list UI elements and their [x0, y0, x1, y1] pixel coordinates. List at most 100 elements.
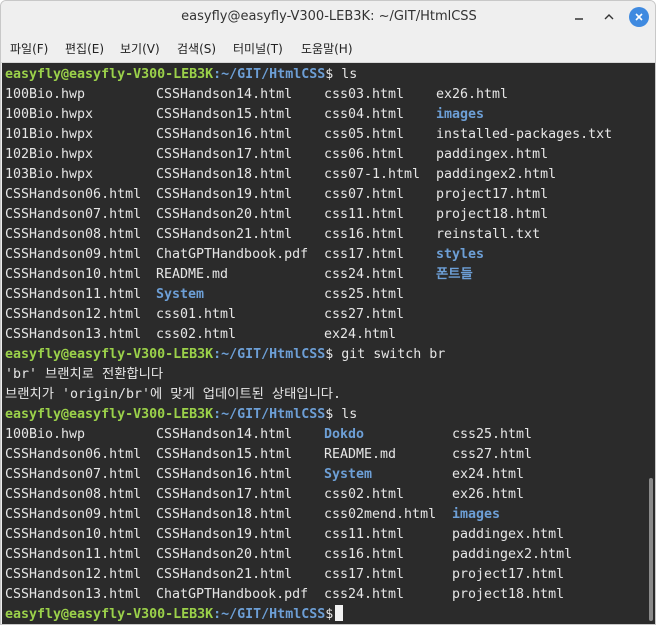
- ls-row: CSSHandson07.html CSSHandson20.html css11.…: [5, 205, 645, 225]
- prompt-line: easyfly@easyfly-V300-LEB3K:~/GIT/HtmlCSS…: [5, 345, 645, 365]
- file-entry: CSSHandson16.html: [156, 127, 293, 142]
- file-entry: ex24.html: [452, 467, 525, 482]
- file-entry: 103Bio.hwpx: [5, 167, 94, 182]
- maximize-icon: [604, 14, 614, 20]
- ls-row: CSSHandson09.html CSSHandson18.html css02m…: [5, 505, 645, 525]
- terminal-output[interactable]: easyfly@easyfly-V300-LEB3K:~/GIT/HtmlCSS…: [2, 63, 646, 624]
- prompt-user: easyfly@easyfly-V300-LEB3K: [5, 67, 214, 82]
- file-entry: CSSHandson06.html: [5, 187, 142, 202]
- file-entry: CSSHandson21.html: [156, 567, 293, 582]
- menu-terminal[interactable]: 터미널(T): [233, 40, 283, 57]
- file-entry: CSSHandson17.html: [156, 487, 293, 502]
- file-entry: css11.html: [324, 527, 405, 542]
- minimize-button[interactable]: [569, 7, 589, 27]
- file-entry: paddingex.html: [452, 527, 565, 542]
- file-entry: css27.html: [324, 307, 405, 322]
- scrollbar-thumb[interactable]: [649, 478, 653, 621]
- directory-entry: images: [436, 107, 485, 122]
- file-entry: ex26.html: [452, 487, 525, 502]
- file-entry: CSSHandson09.html: [5, 247, 142, 262]
- file-entry: CSSHandson14.html: [156, 87, 293, 102]
- file-entry: project17.html: [452, 567, 565, 582]
- file-entry: css02.html: [156, 327, 237, 342]
- file-entry: CSSHandson19.html: [156, 527, 293, 542]
- directory-entry: Dokdo: [324, 427, 365, 442]
- file-entry: paddingex2.html: [452, 547, 573, 562]
- menu-help[interactable]: 도움말(H): [301, 40, 353, 57]
- directory-entry: images: [452, 507, 501, 522]
- ls-row: CSSHandson06.html CSSHandson19.html css07.…: [5, 185, 645, 205]
- ls-row: CSSHandson12.html css01.html css27.html: [5, 305, 645, 325]
- file-entry: ChatGPTHandbook.pdf: [156, 247, 309, 262]
- file-entry: 101Bio.hwpx: [5, 127, 94, 142]
- prompt-line: easyfly@easyfly-V300-LEB3K:~/GIT/HtmlCSS…: [5, 65, 645, 85]
- file-entry: 102Bio.hwpx: [5, 147, 94, 162]
- file-entry: 100Bio.hwpx: [5, 107, 94, 122]
- file-entry: CSSHandson21.html: [156, 227, 293, 242]
- prompt-line: easyfly@easyfly-V300-LEB3K:~/GIT/HtmlCSS…: [5, 605, 645, 624]
- file-entry: css25.html: [452, 427, 533, 442]
- file-entry: css11.html: [324, 207, 405, 222]
- close-button[interactable]: [629, 7, 649, 27]
- terminal-window: easyfly@easyfly-V300-LEB3K: ~/GIT/HtmlCS…: [0, 0, 656, 625]
- menu-search[interactable]: 검색(S): [177, 40, 216, 57]
- file-entry: CSSHandson08.html: [5, 487, 142, 502]
- command-text: ls: [333, 407, 358, 422]
- output-line: 'br' 브랜치로 전환합니다: [5, 365, 645, 385]
- menu-edit[interactable]: 편집(E): [65, 40, 104, 57]
- file-entry: css17.html: [324, 247, 405, 262]
- file-entry: CSSHandson08.html: [5, 227, 142, 242]
- ls-row: CSSHandson08.html CSSHandson21.html css16.…: [5, 225, 645, 245]
- command-text: git switch br: [333, 347, 446, 362]
- menu-file[interactable]: 파일(F): [10, 40, 48, 57]
- file-entry: css24.html: [324, 267, 405, 282]
- ls-row: CSSHandson06.html CSSHandson15.html README…: [5, 445, 645, 465]
- scrollbar[interactable]: [646, 63, 655, 624]
- prompt-line: easyfly@easyfly-V300-LEB3K:~/GIT/HtmlCSS…: [5, 405, 645, 425]
- file-entry: CSSHandson19.html: [156, 187, 293, 202]
- file-entry: CSSHandson11.html: [5, 547, 142, 562]
- file-entry: CSSHandson10.html: [5, 267, 142, 282]
- output-text: 브랜치가 'origin/br'에 맞게 업데이트된 상태입니다.: [5, 387, 342, 402]
- file-entry: css06.html: [324, 147, 405, 162]
- file-entry: project17.html: [436, 187, 549, 202]
- file-entry: project18.html: [436, 207, 549, 222]
- ls-row: CSSHandson13.html ChatGPTHandbook.pdf css2…: [5, 585, 645, 605]
- file-entry: CSSHandson15.html: [156, 107, 293, 122]
- file-entry: css16.html: [324, 547, 405, 562]
- ls-row: CSSHandson11.html System css25.html: [5, 285, 645, 305]
- file-entry: css07.html: [324, 187, 405, 202]
- prompt-user: easyfly@easyfly-V300-LEB3K: [5, 607, 214, 622]
- ls-row: CSSHandson13.html css02.html ex24.html: [5, 325, 645, 345]
- ls-row: CSSHandson10.html README.md css24.html 폰트들: [5, 265, 645, 285]
- file-entry: css07-1.html: [324, 167, 421, 182]
- file-entry: 100Bio.hwp: [5, 87, 86, 102]
- prompt-user: easyfly@easyfly-V300-LEB3K: [5, 407, 214, 422]
- prompt-path: :~/GIT/HtmlCSS: [213, 607, 326, 622]
- file-entry: css03.html: [324, 87, 405, 102]
- prompt-path: :~/GIT/HtmlCSS: [213, 67, 326, 82]
- ls-row: 102Bio.hwpx CSSHandson17.html css06.html pa…: [5, 145, 645, 165]
- ls-row: CSSHandson11.html CSSHandson20.html css16.…: [5, 545, 645, 565]
- window-title: easyfly@easyfly-V300-LEB3K: ~/GIT/HtmlCS…: [181, 9, 477, 24]
- file-entry: CSSHandson06.html: [5, 447, 142, 462]
- ls-row: CSSHandson07.html CSSHandson16.html System…: [5, 465, 645, 485]
- prompt-symbol: $: [325, 607, 334, 622]
- title-bar[interactable]: easyfly@easyfly-V300-LEB3K: ~/GIT/HtmlCS…: [1, 1, 655, 33]
- file-entry: css24.html: [324, 587, 405, 602]
- file-entry: project18.html: [452, 587, 565, 602]
- file-entry: reinstall.txt: [436, 227, 541, 242]
- file-entry: CSSHandson12.html: [5, 307, 142, 322]
- directory-entry: styles: [436, 247, 485, 262]
- file-entry: CSSHandson13.html: [5, 587, 142, 602]
- file-entry: ChatGPTHandbook.pdf: [156, 587, 309, 602]
- close-icon: [635, 13, 643, 21]
- file-entry: CSSHandson20.html: [156, 547, 293, 562]
- file-entry: CSSHandson15.html: [156, 447, 293, 462]
- maximize-button[interactable]: [599, 7, 619, 27]
- ls-row: CSSHandson09.html ChatGPTHandbook.pdf css1…: [5, 245, 645, 265]
- ls-row: 103Bio.hwpx CSSHandson18.html css07-1.html…: [5, 165, 645, 185]
- ls-row: CSSHandson12.html CSSHandson21.html css17.…: [5, 565, 645, 585]
- file-entry: css05.html: [324, 127, 405, 142]
- menu-view[interactable]: 보기(V): [120, 40, 160, 57]
